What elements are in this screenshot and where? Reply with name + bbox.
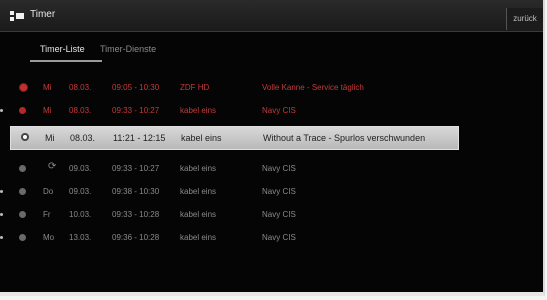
- row-time: 11:21 - 12:15: [113, 133, 166, 143]
- active-tab-indicator: [30, 60, 102, 62]
- row-show: Volle Kanne - Service täglich: [262, 83, 364, 92]
- selected-indicator-icon: [21, 133, 29, 141]
- timer-row[interactable]: Mi 08.03. 09:05 - 10:30 ZDF HD Volle Kan…: [0, 77, 543, 99]
- row-day: Mi: [43, 106, 52, 115]
- row-day: Fr: [43, 210, 51, 219]
- scheduled-indicator-icon: [19, 234, 26, 241]
- timer-app-icon: [10, 11, 24, 21]
- edge-marker: [0, 213, 3, 216]
- recording-indicator-icon: [20, 84, 27, 91]
- title-bar: Timer zurück: [0, 0, 543, 32]
- recording-indicator-icon: [19, 107, 26, 114]
- edge-marker: [0, 190, 3, 193]
- row-date: 10.03.: [69, 210, 92, 219]
- row-day: Mi: [43, 83, 52, 92]
- row-time: 09:33 - 10:27: [112, 106, 160, 115]
- row-date: 09.03.: [69, 187, 92, 196]
- row-channel: ZDF HD: [180, 83, 210, 92]
- timer-row[interactable]: Do 09.03. 09:38 - 10:30 kabel eins Navy …: [0, 181, 543, 203]
- row-channel: kabel eins: [180, 187, 217, 196]
- row-day: Mo: [43, 233, 55, 242]
- timer-row[interactable]: ⟳ 09.03. 09:33 - 10:27 kabel eins Navy C…: [0, 158, 543, 180]
- row-date: 08.03.: [69, 83, 92, 92]
- row-show: Navy CIS: [262, 210, 296, 219]
- repeat-timer-icon: ⟳: [48, 161, 57, 172]
- row-date: 13.03.: [69, 233, 92, 242]
- app-title: Timer: [30, 9, 56, 20]
- scheduled-indicator-icon: [19, 188, 26, 195]
- row-show: Navy CIS: [262, 187, 296, 196]
- row-date: 08.03.: [69, 106, 92, 115]
- row-channel: kabel eins: [180, 106, 217, 115]
- row-day: Mi: [45, 133, 55, 143]
- scheduled-indicator-icon: [19, 165, 26, 172]
- row-show: Navy CIS: [262, 233, 296, 242]
- timer-row[interactable]: Fr 10.03. 09:33 - 10:28 kabel eins Navy …: [0, 204, 543, 226]
- tab-timer-dienste[interactable]: Timer-Dienste: [100, 44, 156, 54]
- back-button[interactable]: zurück: [506, 8, 543, 30]
- row-channel: kabel eins: [180, 210, 217, 219]
- row-show: Navy CIS: [262, 164, 296, 173]
- tab-timer-liste[interactable]: Timer-Liste: [40, 44, 85, 54]
- row-time: 09:36 - 10:28: [112, 233, 160, 242]
- row-time: 09:33 - 10:28: [112, 210, 160, 219]
- edge-marker: [0, 109, 3, 112]
- row-show: Without a Trace - Spurlos verschwunden: [263, 133, 426, 143]
- row-day: Do: [43, 187, 54, 196]
- timer-window: Timer zurück Timer-Liste Timer-Dienste M…: [0, 0, 545, 296]
- edge-marker: [0, 236, 3, 239]
- row-date: 09.03.: [69, 164, 92, 173]
- row-time: 09:38 - 10:30: [112, 187, 160, 196]
- row-channel: kabel eins: [180, 164, 217, 173]
- scheduled-indicator-icon: [19, 211, 26, 218]
- row-show: Navy CIS: [262, 106, 296, 115]
- row-channel: kabel eins: [180, 233, 217, 242]
- row-date: 08.03.: [70, 133, 96, 143]
- row-channel: kabel eins: [181, 133, 222, 143]
- row-time: 09:05 - 10:30: [112, 83, 160, 92]
- timer-row[interactable]: Mo 13.03. 09:36 - 10:28 kabel eins Navy …: [0, 227, 543, 249]
- row-time: 09:33 - 10:27: [112, 164, 160, 173]
- timer-row[interactable]: Mi 08.03. 09:33 - 10:27 kabel eins Navy …: [0, 100, 543, 122]
- timer-row-selected[interactable]: Mi 08.03. 11:21 - 12:15 kabel eins Witho…: [10, 126, 459, 150]
